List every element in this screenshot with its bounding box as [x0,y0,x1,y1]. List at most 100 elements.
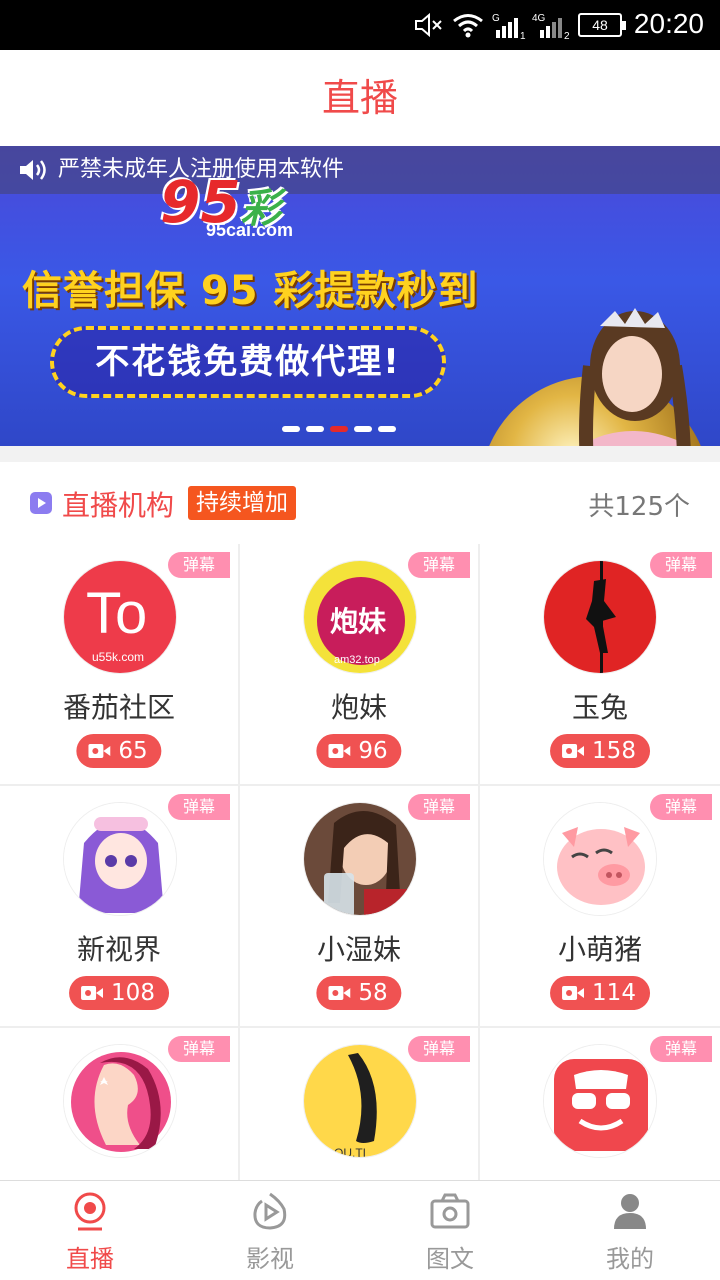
viewer-number: 158 [592,738,636,764]
camera-icon [430,1193,470,1229]
platform-card[interactable]: 弹幕 小萌猪 114 [480,786,720,1028]
banner-model-image [579,308,691,446]
section-header: 直播机构 持续增加 共125个 [0,462,720,544]
svg-text:To: To [86,581,147,646]
tab-mine[interactable]: 我的 [540,1181,720,1280]
signal-icon-2: 4G 2 [532,13,570,40]
platform-grid: 弹幕 To u55k.com 番茄社区 65 弹幕 炮妹 am32.top 炮妹 [0,544,720,1180]
viewer-count: 158 [550,734,650,768]
carousel-dot[interactable] [354,426,372,432]
danmu-badge: 弹幕 [408,794,470,820]
svg-text:OU.TI: OU.TI [334,1146,366,1158]
danmu-badge: 弹幕 [650,1036,712,1062]
viewer-number: 65 [118,738,148,764]
carousel-dot[interactable] [306,426,324,432]
platform-avatar [543,1044,657,1158]
section-count: 共125个 [588,492,690,522]
viewer-count: 114 [550,976,650,1010]
status-time: 20:20 [633,8,704,39]
logo-url: 95cai.com [206,220,294,240]
speaker-icon [20,160,46,180]
tab-gallery[interactable]: 图文 [360,1181,540,1280]
platform-card[interactable]: 弹幕 玉兔 158 [480,544,720,786]
platform-card[interactable]: 弹幕 小湿妹 58 [240,786,480,1028]
viewer-number: 114 [592,980,636,1006]
danmu-badge: 弹幕 [168,794,230,820]
danmu-badge: 弹幕 [650,552,712,578]
app-header: 直播 [0,50,720,146]
platform-avatar: OU.TI [303,1044,417,1158]
platform-card[interactable]: 弹幕 炮妹 am32.top 炮妹 96 [240,544,480,786]
viewer-count: 58 [316,976,402,1010]
user-icon [614,1194,646,1229]
banner-agent-text: 不花钱免费做代理! [50,326,446,398]
camera-small-icon [328,744,351,758]
platform-card[interactable]: 弹幕 To u55k.com 番茄社区 65 [0,544,240,786]
platform-card[interactable]: 弹幕 新视界 108 [0,786,240,1028]
live-icon [74,1192,106,1231]
svg-text:u55k.com: u55k.com [92,650,144,664]
camera-small-icon [328,986,351,1000]
carousel-dot-active[interactable] [330,426,348,432]
promo-banner[interactable]: 严禁未成年人注册使用本软件 95彩 95cai.com 信誉担保 95 彩提款秒… [0,146,720,446]
battery-icon: 48 [578,13,626,37]
platform-avatar [543,560,657,674]
tab-live[interactable]: 直播 [0,1181,180,1280]
platform-avatar [63,802,177,916]
section-tag: 持续增加 [188,486,296,520]
platform-avatar [63,1044,177,1158]
tab-label: 图文 [426,1245,474,1273]
platform-avatar: To u55k.com [63,560,177,674]
platform-avatar: 炮妹 am32.top [303,560,417,674]
platform-card[interactable]: 弹幕 [480,1028,720,1180]
svg-text:1: 1 [520,31,526,40]
platform-avatar [543,802,657,916]
camera-small-icon [562,986,585,1000]
carousel-dots[interactable] [282,426,396,432]
danmu-badge: 弹幕 [408,1036,470,1062]
section-title: 直播机构 [62,489,175,522]
carousel-dot[interactable] [282,426,300,432]
danmu-badge: 弹幕 [650,794,712,820]
page-title: 直播 [321,76,398,120]
danmu-badge: 弹幕 [408,552,470,578]
viewer-count: 108 [69,976,169,1010]
viewer-number: 58 [358,980,388,1006]
status-bar: G 1 4G 2 48 20:20 [0,0,720,50]
platform-name: 炮妹 [330,691,387,724]
wifi-icon [453,14,483,38]
platform-card[interactable]: 弹幕 OU.TI [240,1028,480,1180]
platform-name: 新视界 [76,933,161,966]
signal-icon: G 1 [492,13,526,40]
platform-avatar [303,802,417,916]
svg-text:G: G [492,13,500,24]
tab-label: 直播 [66,1245,114,1273]
carousel-dot[interactable] [378,426,396,432]
bottom-tab-bar: 直播 影视 图文 我的 [0,1180,720,1280]
tab-label: 影视 [246,1245,294,1273]
banner-slogan: 信誉担保 95 彩提款秒到 [22,268,479,314]
tab-video[interactable]: 影视 [180,1181,360,1280]
viewer-count: 96 [316,734,402,768]
camera-small-icon [88,744,111,758]
camera-small-icon [81,986,104,1000]
svg-text:炮妹: 炮妹 [330,605,386,638]
platform-card[interactable]: 弹幕 [0,1028,240,1180]
svg-text:am32.top: am32.top [334,654,380,666]
notice-bar: 严禁未成年人注册使用本软件 [0,146,720,194]
viewer-number: 108 [111,980,155,1006]
viewer-count: 65 [76,734,162,768]
viewer-number: 96 [358,738,388,764]
camera-small-icon [562,744,585,758]
svg-text:4G: 4G [532,13,546,24]
svg-text:2: 2 [564,31,570,40]
platform-name: 小萌猪 [557,933,642,966]
video-icon [253,1192,287,1230]
tab-label: 我的 [606,1245,654,1273]
platform-name: 玉兔 [571,691,628,724]
platform-name: 小湿妹 [316,933,401,966]
danmu-badge: 弹幕 [168,1036,230,1062]
play-icon [30,492,52,514]
danmu-badge: 弹幕 [168,552,230,578]
mute-icon [415,12,442,38]
